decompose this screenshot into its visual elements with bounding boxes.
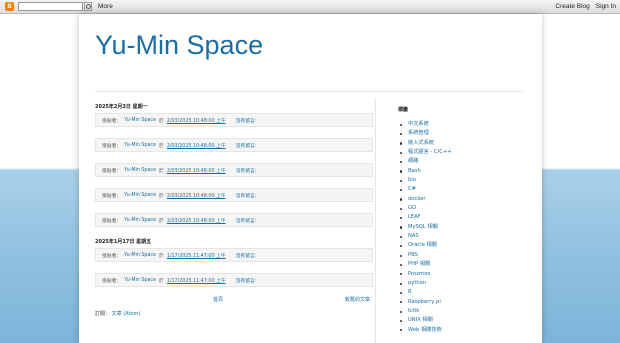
sidebar: 標籤 中文系統 系統管理 嵌入式系統 程式語言 - C/C++ 網路 Bash bio C# d… — [398, 106, 528, 335]
post-timestamp-link[interactable]: 2/03/2025 10:48:00 上午 — [167, 117, 226, 124]
label-link[interactable]: MySQL 相關 — [398, 223, 528, 232]
posted-by-label: 張貼者： — [102, 193, 122, 199]
at-label: 於 — [159, 193, 164, 199]
label-link[interactable]: PHP 相關 — [398, 260, 528, 269]
label-link[interactable]: Bash — [398, 167, 528, 176]
search-input[interactable] — [18, 2, 83, 11]
post-timestamp-link[interactable]: 1/17/2025 11:47:00 上午 — [167, 277, 226, 284]
at-label: 於 — [159, 253, 164, 259]
post-timestamp-link[interactable]: 2/03/2025 10:48:00 上午 — [167, 192, 226, 199]
post-footer: 張貼者： Yu-Min Space 於 2/03/2025 10:48:00 上… — [95, 213, 373, 227]
search-icon[interactable] — [84, 2, 92, 11]
label-link[interactable]: bio — [398, 176, 528, 185]
comments-link[interactable]: 沒有留言: — [236, 117, 257, 124]
post-footer: 張貼者： Yu-Min Space 於 1/17/2025 11:47:00 上… — [95, 248, 373, 262]
posted-by-label: 張貼者： — [102, 278, 122, 284]
posted-by-label: 張貼者： — [102, 253, 122, 259]
blog-title[interactable]: Yu-Min Space — [95, 30, 263, 61]
blog-pager: 首頁 較舊的文章 — [95, 296, 373, 303]
comments-link[interactable]: 沒有留言: — [236, 142, 257, 149]
post-footer: 張貼者： Yu-Min Space 於 2/03/2025 10:48:00 上… — [95, 138, 373, 152]
label-link[interactable]: Raspberry pi — [398, 298, 528, 307]
label-link[interactable]: Web 相關技術 — [398, 326, 528, 335]
at-label: 於 — [159, 118, 164, 124]
posted-by-label: 張貼者： — [102, 218, 122, 224]
comments-link[interactable]: 沒有留言: — [236, 192, 257, 199]
blogger-logo-icon[interactable]: B — [5, 2, 14, 11]
main-column: 2025年2月3日 星期一 張貼者： Yu-Min Space 於 2/03/2… — [95, 103, 375, 317]
label-link[interactable]: R — [398, 288, 528, 297]
author-link[interactable]: Yu-Min Space — [124, 118, 156, 123]
label-link[interactable]: 嵌入式系統 — [398, 139, 528, 148]
post-timestamp-link[interactable]: 1/17/2025 11:47:00 上午 — [167, 252, 226, 259]
blogger-logo-letter: B — [7, 3, 12, 10]
labels-list: 中文系統 系統管理 嵌入式系統 程式語言 - C/C++ 網路 Bash bio C# dock… — [398, 120, 528, 335]
post-timestamp-link[interactable]: 2/03/2025 10:48:00 上午 — [167, 167, 226, 174]
older-posts-link[interactable]: 較舊的文章 — [345, 296, 370, 303]
column-divider — [375, 98, 376, 343]
label-link[interactable]: 中文系統 — [398, 120, 528, 129]
subscribe-label: 訂閱： — [95, 311, 111, 317]
label-link[interactable]: UNIX 相關 — [398, 316, 528, 325]
posted-by-label: 張貼者： — [102, 143, 122, 149]
home-link[interactable]: 首頁 — [213, 296, 223, 303]
author-link[interactable]: Yu-Min Space — [124, 278, 156, 283]
label-link[interactable]: 網路 — [398, 157, 528, 166]
author-link[interactable]: Yu-Min Space — [124, 168, 156, 173]
blogger-navbar: B More Create Blog Sign In — [0, 0, 620, 14]
label-link[interactable]: GO — [398, 204, 528, 213]
label-link[interactable]: 系統管理 — [398, 129, 528, 138]
comments-link[interactable]: 沒有留言: — [236, 252, 257, 259]
at-label: 於 — [159, 143, 164, 149]
comments-link[interactable]: 沒有留言: — [236, 167, 257, 174]
label-link[interactable]: C# — [398, 185, 528, 194]
atom-feed-link[interactable]: 文章 (Atom) — [112, 311, 141, 317]
posted-by-label: 張貼者： — [102, 168, 122, 174]
label-link[interactable]: 程式語言 - C/C++ — [398, 148, 528, 157]
label-link[interactable]: LEAF — [398, 213, 528, 222]
sign-in-link[interactable]: Sign In — [596, 3, 616, 10]
label-link[interactable]: PBS — [398, 251, 528, 260]
post-footer: 張貼者： Yu-Min Space 於 2/03/2025 10:48:00 上… — [95, 163, 373, 177]
comments-link[interactable]: 沒有留言: — [236, 277, 257, 284]
label-link[interactable]: tcltk — [398, 307, 528, 316]
post-timestamp-link[interactable]: 2/03/2025 10:48:00 上午 — [167, 217, 226, 224]
at-label: 於 — [159, 218, 164, 224]
blog-content-card: Yu-Min Space 2025年2月3日 星期一 張貼者： Yu-Min S… — [79, 14, 542, 343]
author-link[interactable]: Yu-Min Space — [124, 218, 156, 223]
labels-widget-title: 標籤 — [398, 107, 409, 113]
comments-link[interactable]: 沒有留言: — [236, 217, 257, 224]
label-link[interactable]: Oracle 相關 — [398, 241, 528, 250]
at-label: 於 — [159, 168, 164, 174]
date-header: 2025年2月3日 星期一 — [95, 104, 148, 110]
author-link[interactable]: Yu-Min Space — [124, 143, 156, 148]
post-timestamp-link[interactable]: 2/03/2025 10:48:00 上午 — [167, 142, 226, 149]
navbar-actions: Create Blog Sign In — [555, 3, 616, 10]
post-footer: 張貼者： Yu-Min Space 於 2/03/2025 10:48:00 上… — [95, 113, 373, 127]
label-link[interactable]: python — [398, 279, 528, 288]
author-link[interactable]: Yu-Min Space — [124, 193, 156, 198]
author-link[interactable]: Yu-Min Space — [124, 253, 156, 258]
label-link[interactable]: NAS — [398, 232, 528, 241]
post-footer: 張貼者： Yu-Min Space 於 1/17/2025 11:47:00 上… — [95, 273, 373, 287]
posted-by-label: 張貼者： — [102, 118, 122, 124]
label-link[interactable]: Proxmox — [398, 270, 528, 279]
date-header: 2025年1月17日 星期五 — [95, 239, 152, 245]
more-menu[interactable]: More — [98, 3, 113, 10]
label-link[interactable]: docker — [398, 195, 528, 204]
post-footer: 張貼者： Yu-Min Space 於 2/03/2025 10:48:00 上… — [95, 188, 373, 202]
create-blog-link[interactable]: Create Blog — [555, 3, 589, 10]
header-divider — [95, 91, 523, 92]
at-label: 於 — [159, 278, 164, 284]
subscribe-line: 訂閱： 文章 (Atom) — [95, 310, 375, 317]
